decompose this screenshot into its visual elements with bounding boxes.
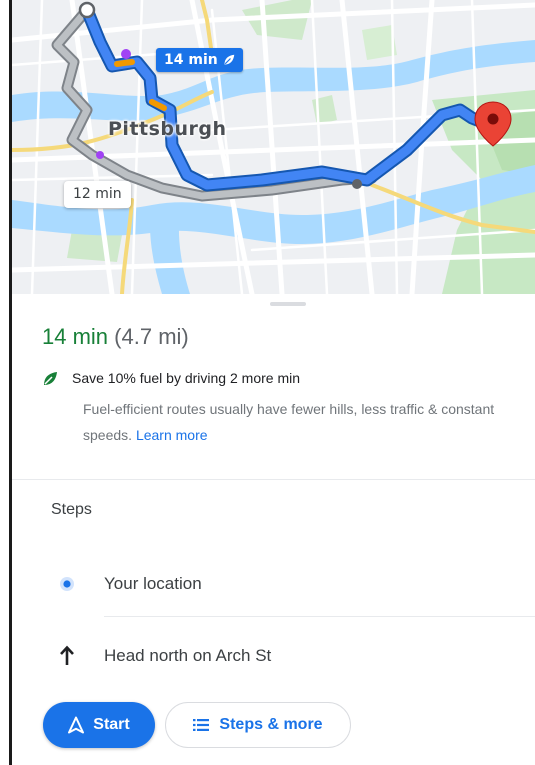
step-item-your-location[interactable]: Your location	[12, 564, 535, 604]
steps-and-more-label: Steps & more	[219, 716, 323, 733]
arrow-up-icon	[56, 645, 78, 667]
poi-marker[interactable]	[352, 179, 362, 189]
left-frame-border	[9, 0, 12, 765]
eco-title: Save 10% fuel by driving 2 more min	[72, 370, 300, 386]
learn-more-link[interactable]: Learn more	[136, 427, 208, 443]
primary-route-time-chip[interactable]: 14 min	[156, 48, 243, 72]
route-duration: 14 min	[42, 324, 109, 349]
drag-handle[interactable]	[270, 302, 306, 306]
map-canvas[interactable]	[12, 0, 535, 294]
step-item-head-north[interactable]: Head north on Arch St	[12, 636, 535, 676]
start-button[interactable]: Start	[43, 702, 155, 748]
step-label: Head north on Arch St	[104, 646, 272, 665]
alternate-route-time: 12 min	[73, 186, 122, 202]
poi-marker[interactable]	[121, 49, 131, 59]
route-details-sheet: 14 min (4.7 mi) Save 10% fuel by driving…	[12, 294, 535, 765]
step-label: Your location	[104, 574, 202, 593]
navigation-arrow-icon	[68, 716, 85, 734]
list-icon	[193, 719, 210, 731]
start-label: Start	[93, 716, 130, 733]
primary-route-time: 14 min	[164, 52, 218, 68]
leaf-icon	[44, 372, 57, 385]
origin-marker[interactable]	[78, 1, 96, 19]
leaf-icon	[224, 54, 234, 65]
poi-marker[interactable]	[96, 151, 104, 159]
maps-directions-screen: Pittsburgh 14 min 12 min 14 min (4.7 mi)…	[0, 0, 535, 765]
traffic-segment	[114, 59, 135, 67]
route-summary: 14 min (4.7 mi)	[42, 324, 189, 350]
step-divider	[104, 616, 535, 617]
section-divider	[12, 479, 535, 480]
left-frame	[0, 0, 9, 765]
eco-description-block: Fuel-efficient routes usually have fewer…	[83, 396, 513, 448]
location-dot-icon	[56, 573, 78, 595]
eco-route-info: Save 10% fuel by driving 2 more min	[42, 370, 300, 387]
alternate-route-time-chip[interactable]: 12 min	[64, 181, 131, 208]
map-view[interactable]: Pittsburgh 14 min 12 min	[12, 0, 535, 294]
route-distance: (4.7 mi)	[114, 324, 189, 349]
city-label: Pittsburgh	[108, 118, 227, 140]
steps-and-more-button[interactable]: Steps & more	[165, 702, 351, 748]
steps-header: Steps	[51, 501, 92, 518]
